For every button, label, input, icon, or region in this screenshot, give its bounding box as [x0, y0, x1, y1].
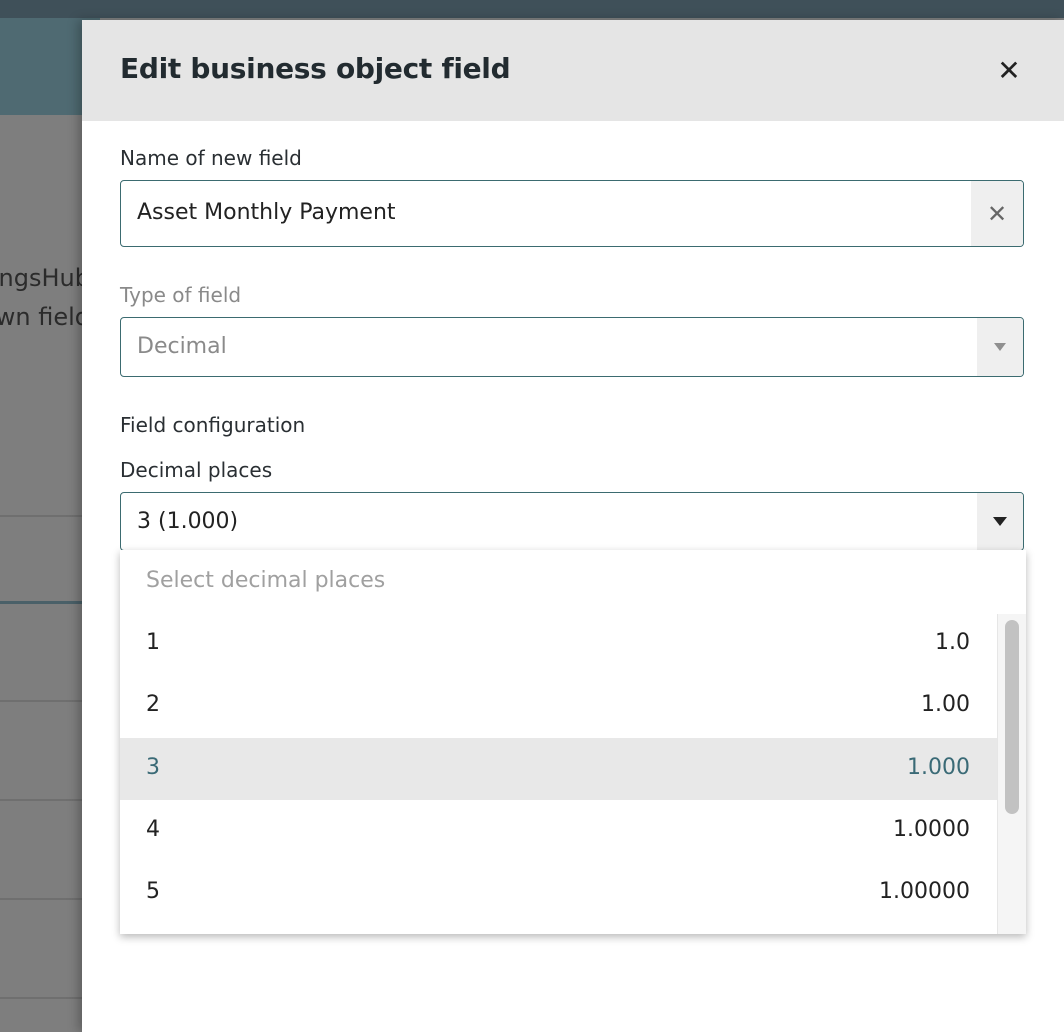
- modal-header: Edit business object field ✕: [82, 20, 1064, 121]
- dropdown-scrollbar-thumb[interactable]: [1005, 620, 1019, 814]
- option-example: 1.00: [921, 692, 970, 717]
- dropdown-option[interactable]: 2 1.00: [120, 675, 997, 737]
- chevron-down-icon[interactable]: [977, 493, 1023, 550]
- name-field-value[interactable]: Asset Monthly Payment: [137, 200, 396, 225]
- background-text-line: ThingsHub: [0, 264, 90, 292]
- option-example: 1.0: [935, 630, 970, 655]
- decimal-places-value: 3 (1.000): [137, 509, 239, 534]
- dropdown-option[interactable]: 5 1.00000: [120, 862, 997, 924]
- option-places: 4: [146, 817, 160, 842]
- name-field-label: Name of new field: [120, 146, 302, 170]
- option-example: 1.000: [907, 755, 970, 780]
- field-configuration-heading: Field configuration: [120, 413, 306, 437]
- decimal-places-label: Decimal places: [120, 458, 273, 482]
- decimal-places-dropdown: Select decimal places 1 1.0 2 1.00 3 1.0…: [120, 550, 1026, 934]
- decimal-places-select[interactable]: 3 (1.000): [120, 492, 1024, 551]
- option-places: 5: [146, 879, 160, 904]
- dropdown-option-selected[interactable]: 3 1.000: [120, 738, 997, 800]
- option-example: 1.0000: [893, 817, 970, 842]
- name-field[interactable]: Asset Monthly Payment ✕: [120, 180, 1024, 247]
- dropdown-placeholder: Select decimal places: [146, 568, 386, 593]
- background-top-bar: [0, 0, 1064, 18]
- type-select-value: Decimal: [137, 334, 227, 359]
- close-icon[interactable]: ✕: [994, 56, 1024, 86]
- option-places: 3: [146, 755, 160, 780]
- chevron-down-icon[interactable]: [977, 318, 1023, 376]
- clear-icon[interactable]: ✕: [971, 181, 1023, 246]
- background-text-line: own field: [0, 303, 90, 331]
- type-select[interactable]: Decimal: [120, 317, 1024, 377]
- modal-title: Edit business object field: [120, 52, 511, 85]
- edit-field-modal: Edit business object field ✕ Name of new…: [82, 20, 1064, 1032]
- dropdown-option[interactable]: 1 1.0: [120, 613, 997, 675]
- type-field-label: Type of field: [120, 283, 242, 307]
- option-example: 1.00000: [879, 879, 970, 904]
- option-places: 1: [146, 630, 160, 655]
- dropdown-option[interactable]: 4 1.0000: [120, 800, 997, 862]
- option-places: 2: [146, 692, 160, 717]
